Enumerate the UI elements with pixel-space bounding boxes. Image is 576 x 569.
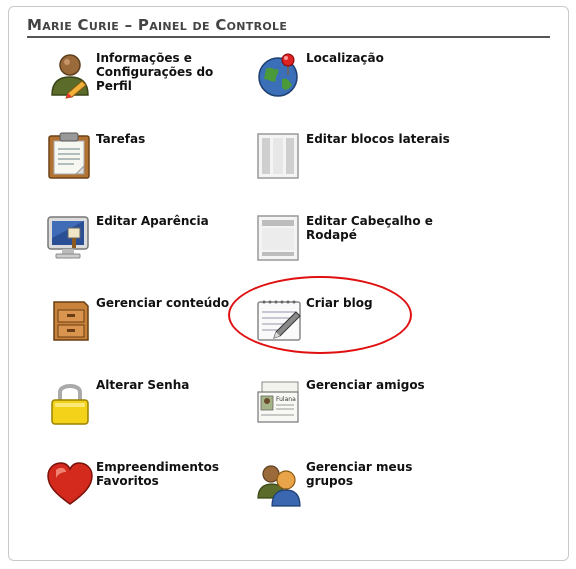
menu-item-label: Alterar Senha <box>96 378 190 392</box>
menu-item-edit-sidebars[interactable]: Editar blocos laterais <box>256 132 456 192</box>
globe-pin-icon <box>256 51 304 99</box>
filing-cabinet-icon <box>46 296 94 344</box>
menu-item-label: Informações e Configurações do Perfil <box>96 51 214 93</box>
user-profile-icon <box>46 51 94 99</box>
menu-item-manage-groups[interactable]: Gerenciar meus grupos <box>256 460 456 520</box>
id-cards-icon: Fulana <box>256 378 304 426</box>
menu-item-label: Gerenciar conteúdo <box>96 296 230 310</box>
menu-item-profile[interactable]: Informações e Configurações do Perfil <box>46 51 246 111</box>
sidebar-layout-icon <box>256 132 304 180</box>
menu-item-label: Tarefas <box>96 132 146 146</box>
friend-card-name: Fulana <box>276 396 296 403</box>
clipboard-icon <box>46 132 94 180</box>
padlock-icon <box>46 378 94 426</box>
monitor-paint-icon <box>46 214 94 262</box>
menu-item-label: Editar blocos laterais <box>306 132 450 146</box>
menu-item-label: Editar Aparência <box>96 214 209 228</box>
menu-item-label: Gerenciar amigos <box>306 378 425 392</box>
menu-item-label: Empreendimentos Favoritos <box>96 460 220 488</box>
menu-item-tasks[interactable]: Tarefas <box>46 132 246 192</box>
notepad-pencil-icon <box>256 296 304 344</box>
group-users-icon <box>256 460 304 508</box>
menu-item-label: Gerenciar meus grupos <box>306 460 413 488</box>
menu-item-manage-friends[interactable]: Fulana Gerenciar amigos <box>256 378 456 438</box>
header-footer-layout-icon <box>256 214 304 262</box>
heart-icon <box>46 460 94 508</box>
menu-item-label: Editar Cabeçalho e Rodapé <box>306 214 433 242</box>
menu-item-edit-appearance[interactable]: Editar Aparência <box>46 214 246 274</box>
panel-title: Marie Curie – Painel de Controle <box>27 16 550 38</box>
menu-item-label: Localização <box>306 51 384 65</box>
menu-item-favorite-ventures[interactable]: Empreendimentos Favoritos <box>46 460 246 520</box>
menu-item-location[interactable]: Localização <box>256 51 456 111</box>
menu-item-change-password[interactable]: Alterar Senha <box>46 378 246 438</box>
menu-item-manage-content[interactable]: Gerenciar conteúdo <box>46 296 246 356</box>
menu-item-edit-header-footer[interactable]: Editar Cabeçalho e Rodapé <box>256 214 456 274</box>
menu-item-label: Criar blog <box>306 296 373 310</box>
menu-item-create-blog[interactable]: Criar blog <box>256 296 456 356</box>
